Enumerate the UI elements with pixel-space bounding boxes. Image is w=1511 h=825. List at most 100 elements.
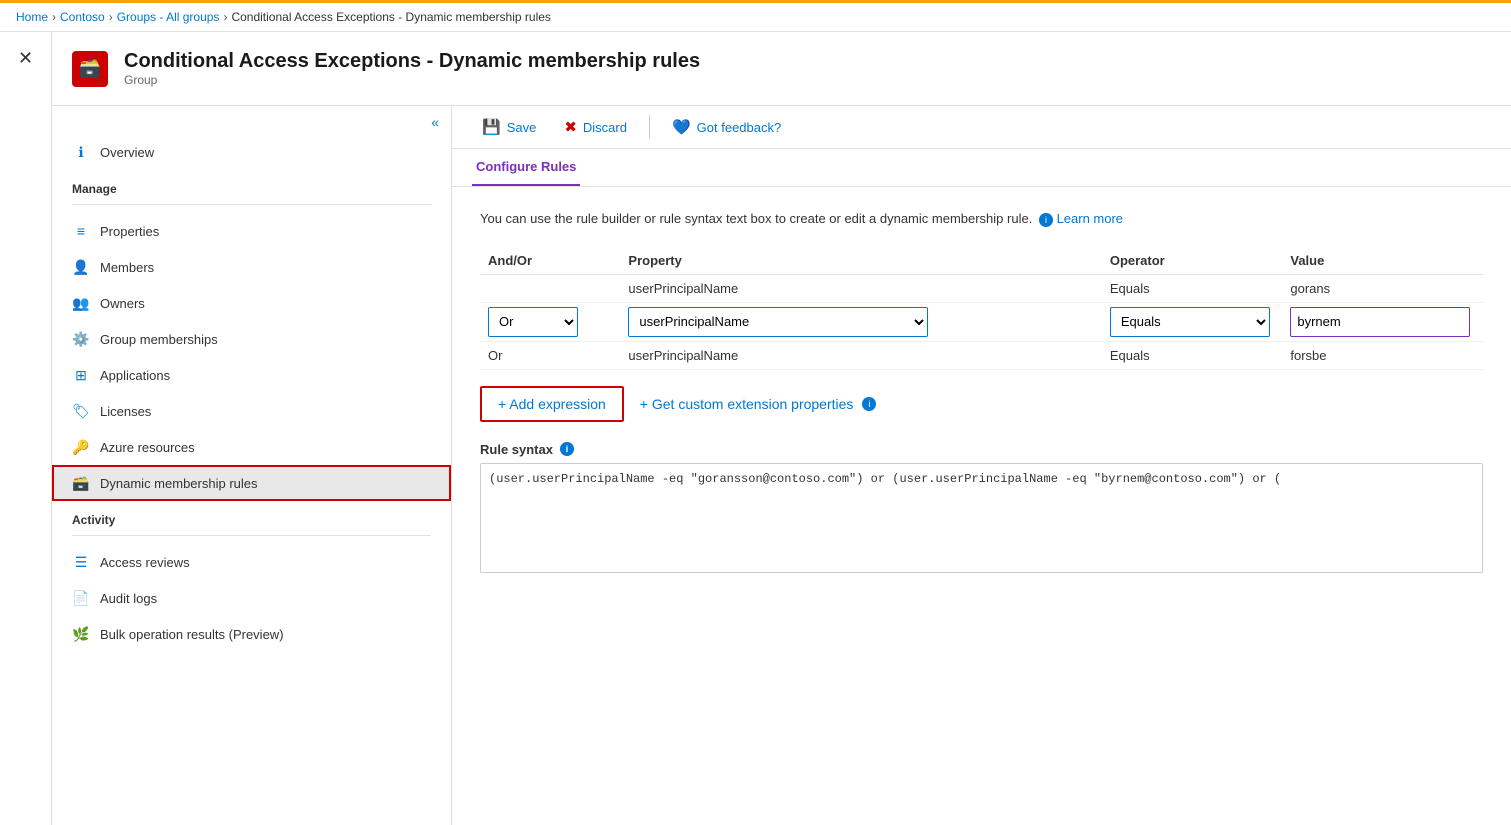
sidebar: « ℹ Overview Manage ≡ Properties 👤 Membe… [52,106,452,825]
value-input[interactable] [1290,307,1470,337]
sidebar-item-dynamic-membership-rules[interactable]: 🗃️ Dynamic membership rules [52,465,451,501]
sidebar-licenses-label: Licenses [100,404,151,419]
breadcrumb-current: Conditional Access Exceptions - Dynamic … [231,10,550,24]
save-button[interactable]: 💾 Save [472,114,546,140]
col-header-operator: Operator [1102,247,1283,275]
toolbar: 💾 Save ✖ Discard 💙 Got feedback? [452,106,1511,149]
manage-section-label: Manage [52,170,451,200]
page-title: Conditional Access Exceptions - Dynamic … [124,50,700,73]
custom-info-icon: i [862,397,876,411]
sidebar-item-properties[interactable]: ≡ Properties [52,213,451,249]
rules-table: And/Or Property Operator Value userPrinc… [480,247,1483,370]
breadcrumb-groups[interactable]: Groups - All groups [117,10,220,24]
col-header-andor: And/Or [480,247,620,275]
sidebar-item-members[interactable]: 👤 Members [52,249,451,285]
discard-button[interactable]: ✖ Discard [554,114,637,140]
bars-icon: ≡ [72,222,90,240]
sidebar-audit-logs-label: Audit logs [100,591,157,606]
learn-more-link[interactable]: Learn more [1057,211,1123,226]
row3-andor: Or [480,341,620,369]
row3-property: userPrincipalName [620,341,1101,369]
sidebar-dynamic-membership-label: Dynamic membership rules [100,476,258,491]
tag-icon: 🏷 [72,402,90,420]
sidebar-applications-label: Applications [100,368,170,383]
close-button[interactable]: ✕ [10,44,41,73]
row3-value: forsbe [1282,341,1483,369]
andor-select[interactable]: And Or [488,307,578,337]
actions-row: + Add expression + Get custom extension … [480,386,1483,422]
activity-divider [72,535,431,536]
manage-divider [72,204,431,205]
page-subtitle: Group [124,73,700,87]
rule-syntax-section: Rule syntax i [480,442,1483,576]
tab-configure-rules[interactable]: Configure Rules [472,149,580,186]
edit-value-cell [1282,302,1483,341]
user-circle-icon: 👥 [72,294,90,312]
sidebar-item-azure-resources[interactable]: 🔑 Azure resources [52,429,451,465]
header-panel: 🗃️ Conditional Access Exceptions - Dynam… [52,32,1511,106]
info-text: You can use the rule builder or rule syn… [480,211,1483,227]
breadcrumb-home[interactable]: Home [16,10,48,24]
case-icon: 🗃️ [72,474,90,492]
info-circle-icon: i [1039,213,1053,227]
col-header-property: Property [620,247,1101,275]
breadcrumb-contoso[interactable]: Contoso [60,10,105,24]
edit-andor-cell: And Or [480,302,620,341]
body-layout: « ℹ Overview Manage ≡ Properties 👤 Membe… [52,106,1511,825]
row1-operator: Equals [1102,274,1283,302]
sidebar-properties-label: Properties [100,224,159,239]
main-layout: ✕ 🗃️ Conditional Access Exceptions - Dyn… [0,32,1511,825]
info-icon: ℹ [72,143,90,161]
save-label: Save [507,120,537,135]
sidebar-item-overview[interactable]: ℹ Overview [52,134,451,170]
content-area: 💾 Save ✖ Discard 💙 Got feedback? Configu… [452,106,1511,825]
add-expression-button[interactable]: + Add expression [480,386,624,422]
sidebar-azure-resources-label: Azure resources [100,440,195,455]
edit-operator-cell: Equals Not Equals Contains Not Contains [1102,302,1283,341]
key-icon: 🔑 [72,438,90,456]
toolbar-divider [649,115,650,139]
sidebar-item-audit-logs[interactable]: 📄 Audit logs [52,580,451,616]
save-icon: 💾 [482,118,501,136]
row1-andor [480,274,620,302]
user-icon: 👤 [72,258,90,276]
tabs-bar: Configure Rules [452,149,1511,187]
gear-icon: ⚙️ [72,330,90,348]
breadcrumb-bar: Home › Contoso › Groups - All groups › C… [0,0,1511,32]
edit-property-cell: userPrincipalName displayName mail depar… [620,302,1101,341]
discard-icon: ✖ [564,118,577,136]
close-column: ✕ [0,32,52,825]
sidebar-group-memberships-label: Group memberships [100,332,218,347]
heart-icon: 💙 [672,118,691,136]
feedback-button[interactable]: 💙 Got feedback? [662,114,791,140]
doc-icon: 📄 [72,589,90,607]
get-custom-button[interactable]: + Get custom extension properties i [640,396,877,412]
discard-label: Discard [583,120,627,135]
activity-section-label: Activity [52,501,451,531]
sidebar-item-bulk-operation[interactable]: 🌿 Bulk operation results (Preview) [52,616,451,652]
table-row-3: Or userPrincipalName Equals forsbe [480,341,1483,369]
list-icon: ☰ [72,553,90,571]
rule-syntax-label-row: Rule syntax i [480,442,1483,457]
table-row-edit: And Or userPrincipalName displayName mai… [480,302,1483,341]
rule-syntax-textarea[interactable] [480,463,1483,573]
rule-syntax-title: Rule syntax [480,442,553,457]
sidebar-members-label: Members [100,260,154,275]
operator-select[interactable]: Equals Not Equals Contains Not Contains [1110,307,1270,337]
collapse-btn-row: « [52,106,451,134]
sidebar-item-licenses[interactable]: 🏷 Licenses [52,393,451,429]
sidebar-owners-label: Owners [100,296,145,311]
sidebar-item-group-memberships[interactable]: ⚙️ Group memberships [52,321,451,357]
row1-value: gorans [1282,274,1483,302]
sidebar-item-access-reviews[interactable]: ☰ Access reviews [52,544,451,580]
leaf-icon: 🌿 [72,625,90,643]
collapse-button[interactable]: « [431,114,439,130]
sidebar-bulk-operation-label: Bulk operation results (Preview) [100,627,284,642]
sidebar-item-owners[interactable]: 👥 Owners [52,285,451,321]
content-scroll: You can use the rule builder or rule syn… [452,187,1511,825]
sidebar-item-applications[interactable]: ⊞ Applications [52,357,451,393]
row1-property: userPrincipalName [620,274,1101,302]
rule-syntax-info-icon: i [560,442,574,456]
property-select[interactable]: userPrincipalName displayName mail depar… [628,307,928,337]
header-text: Conditional Access Exceptions - Dynamic … [124,50,700,87]
